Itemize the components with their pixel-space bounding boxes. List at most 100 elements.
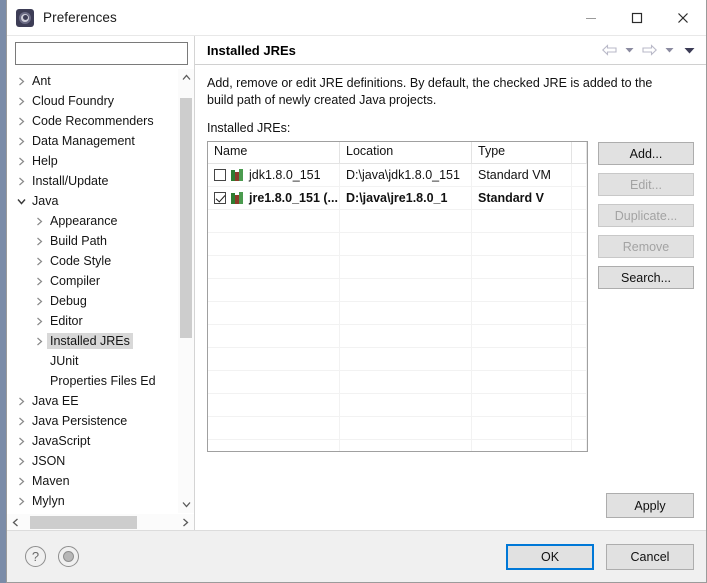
table-row-empty[interactable] xyxy=(208,301,587,325)
tree-vscroll-thumb[interactable] xyxy=(180,98,192,338)
sidebar-item-installed-jres[interactable]: Installed JREs xyxy=(7,331,177,351)
sidebar-item-java-ee[interactable]: Java EE xyxy=(7,391,177,411)
column-header-type[interactable]: Type xyxy=(472,142,572,163)
globe-icon[interactable] xyxy=(58,546,79,567)
table-row-empty[interactable] xyxy=(208,370,587,394)
cancel-button[interactable]: Cancel xyxy=(606,543,694,570)
chevron-right-icon[interactable] xyxy=(31,217,47,226)
chevron-right-icon[interactable] xyxy=(13,417,29,426)
column-header-location[interactable]: Location xyxy=(340,142,472,163)
scroll-down-icon[interactable] xyxy=(178,496,194,513)
sidebar-item-data-management[interactable]: Data Management xyxy=(7,131,177,151)
sidebar-item-java-persistence[interactable]: Java Persistence xyxy=(7,411,177,431)
sidebar-item-maven[interactable]: Maven xyxy=(7,471,177,491)
sidebar-item-install-update[interactable]: Install/Update xyxy=(7,171,177,191)
row-checkbox[interactable] xyxy=(214,169,226,181)
cell-empty xyxy=(208,416,340,440)
table-row-empty[interactable] xyxy=(208,439,587,451)
sidebar-item-json[interactable]: JSON xyxy=(7,451,177,471)
jre-name: jre1.8.0_151 (... xyxy=(249,191,338,205)
scroll-right-icon[interactable] xyxy=(177,514,194,531)
sidebar-item-code-style[interactable]: Code Style xyxy=(7,251,177,271)
tree-vscroll-track[interactable] xyxy=(178,86,194,496)
table-row-empty[interactable] xyxy=(208,393,587,417)
sidebar-item-help[interactable]: Help xyxy=(7,151,177,171)
sidebar-item-java[interactable]: Java xyxy=(7,191,177,211)
column-header-extra[interactable] xyxy=(572,142,587,163)
ok-button[interactable]: OK xyxy=(506,543,594,570)
forward-menu-chevron-down-icon[interactable] xyxy=(660,41,678,59)
add-button[interactable]: Add... xyxy=(598,142,694,165)
help-question-icon[interactable]: ? xyxy=(25,546,46,567)
sidebar-item-ant[interactable]: Ant xyxy=(7,71,177,91)
cell-name[interactable]: jdk1.8.0_151 xyxy=(208,163,340,187)
search-input[interactable] xyxy=(15,42,188,65)
chevron-right-icon[interactable] xyxy=(13,437,29,446)
sidebar-item-javascript[interactable]: JavaScript xyxy=(7,431,177,451)
cell-name[interactable]: jre1.8.0_151 (... xyxy=(208,186,340,210)
chevron-right-icon[interactable] xyxy=(31,317,47,326)
row-checkbox[interactable] xyxy=(214,192,226,204)
sidebar-item-code-recommenders[interactable]: Code Recommenders xyxy=(7,111,177,131)
chevron-right-icon[interactable] xyxy=(13,157,29,166)
sidebar-item-compiler[interactable]: Compiler xyxy=(7,271,177,291)
column-header-name[interactable]: Name xyxy=(208,142,340,163)
table-row-empty[interactable] xyxy=(208,416,587,440)
sidebar-item-build-path[interactable]: Build Path xyxy=(7,231,177,251)
minimize-icon[interactable] xyxy=(568,0,614,36)
tree-horizontal-scrollbar[interactable] xyxy=(7,513,194,530)
tree-vertical-scrollbar[interactable] xyxy=(177,69,194,513)
table-row[interactable]: jre1.8.0_151 (... D:\java\jre1.8.0_1 Stand… xyxy=(208,186,587,210)
table-row-empty[interactable] xyxy=(208,255,587,279)
view-menu-chevron-down-filled-icon[interactable] xyxy=(680,41,698,59)
table-row-empty[interactable] xyxy=(208,209,587,233)
chevron-right-icon[interactable] xyxy=(13,117,29,126)
sidebar-item-appearance[interactable]: Appearance xyxy=(7,211,177,231)
sidebar-item-properties-files-ed[interactable]: Properties Files Ed xyxy=(7,371,177,391)
jre-table[interactable]: Name Location Type jdk1.8.0_151 D:\java\jdk… xyxy=(207,141,588,452)
scroll-up-icon[interactable] xyxy=(178,69,194,86)
chevron-right-icon[interactable] xyxy=(31,237,47,246)
cell-empty xyxy=(340,301,472,325)
chevron-right-icon[interactable] xyxy=(13,177,29,186)
chevron-right-icon[interactable] xyxy=(13,137,29,146)
sidebar-item-editor[interactable]: Editor xyxy=(7,311,177,331)
chevron-right-icon[interactable] xyxy=(13,497,29,506)
sidebar-item-debug[interactable]: Debug xyxy=(7,291,177,311)
chevron-right-icon[interactable] xyxy=(31,277,47,286)
sidebar-item-cloud-foundry[interactable]: Cloud Foundry xyxy=(7,91,177,111)
chevron-right-icon[interactable] xyxy=(31,257,47,266)
chevron-right-icon[interactable] xyxy=(13,457,29,466)
cell-location: D:\java\jre1.8.0_1 xyxy=(340,186,472,210)
tree-hscroll-track[interactable] xyxy=(24,514,177,531)
back-arrow-icon[interactable] xyxy=(600,41,618,59)
forward-arrow-icon[interactable] xyxy=(640,41,658,59)
maximize-icon[interactable] xyxy=(614,0,660,36)
chevron-right-icon[interactable] xyxy=(13,97,29,106)
table-row-empty[interactable] xyxy=(208,278,587,302)
apply-button[interactable]: Apply xyxy=(606,493,694,518)
page-description: Add, remove or edit JRE definitions. By … xyxy=(207,76,653,107)
sidebar-item-junit[interactable]: JUnit xyxy=(7,351,177,371)
search-button[interactable]: Search... xyxy=(598,266,694,289)
preference-tree[interactable]: Ant Cloud Foundry Code Recommenders Data Ma… xyxy=(7,69,177,513)
chevron-right-icon[interactable] xyxy=(31,337,47,346)
table-row-empty[interactable] xyxy=(208,347,587,371)
table-row-empty[interactable] xyxy=(208,232,587,256)
chevron-right-icon[interactable] xyxy=(13,397,29,406)
cell-empty xyxy=(340,232,472,256)
table-row-empty[interactable] xyxy=(208,324,587,348)
sidebar-item-mylyn[interactable]: Mylyn xyxy=(7,491,177,511)
chevron-right-icon[interactable] xyxy=(31,297,47,306)
table-body[interactable]: jdk1.8.0_151 D:\java\jdk1.8.0_151 Standard… xyxy=(208,163,587,451)
tree-hscroll-thumb[interactable] xyxy=(30,515,137,529)
chevron-right-icon[interactable] xyxy=(13,77,29,86)
chevron-down-icon[interactable] xyxy=(13,198,29,205)
table-row[interactable]: jdk1.8.0_151 D:\java\jdk1.8.0_151 Standard… xyxy=(208,163,587,187)
sidebar-item-label: Mylyn xyxy=(32,494,65,508)
close-icon[interactable] xyxy=(660,0,706,36)
page-title: Installed JREs xyxy=(207,42,296,58)
chevron-right-icon[interactable] xyxy=(13,477,29,486)
scroll-left-icon[interactable] xyxy=(7,514,24,531)
back-menu-chevron-down-icon[interactable] xyxy=(620,41,638,59)
